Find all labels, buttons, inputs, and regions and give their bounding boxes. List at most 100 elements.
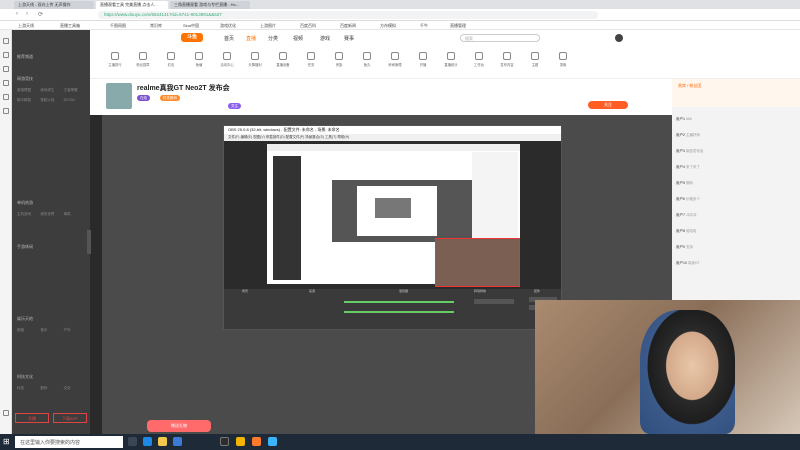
chrome-icon[interactable]	[236, 437, 245, 446]
nav-collapse-handle[interactable]	[87, 230, 91, 254]
bookmark[interactable]: 上游天线	[18, 23, 34, 29]
streamer-avatar[interactable]	[106, 83, 132, 109]
feature-item[interactable]: 录像	[554, 52, 572, 67]
avatar[interactable]	[615, 34, 623, 42]
room-tag[interactable]: 科技数码	[160, 95, 180, 101]
edge-icon[interactable]	[143, 437, 152, 446]
bookmark[interactable]: 直播工具箱	[60, 23, 80, 29]
feature-item[interactable]: 直播设备	[274, 52, 292, 67]
feature-item[interactable]: 鱼塘	[190, 52, 208, 67]
nav-item[interactable]: 王者荣耀	[64, 88, 87, 93]
obs-menu-item[interactable]: 停靠部件(D)	[266, 135, 285, 139]
nav-item[interactable]: 单机	[64, 212, 87, 217]
menu-item[interactable]: 分类	[268, 35, 278, 42]
nav-item[interactable]: 文化	[64, 386, 87, 391]
download-icon[interactable]	[3, 80, 9, 86]
nav-section[interactable]: 单机热游	[17, 200, 33, 206]
feature-item[interactable]: 主题	[526, 52, 544, 67]
url-input[interactable]: https://www.douyu.com/6524141?rid=6741-9…	[98, 11, 598, 19]
feature-item[interactable]: 开播	[414, 52, 432, 67]
room-tag[interactable]: 在线	[137, 95, 150, 101]
feature-item[interactable]: 贵族	[330, 52, 348, 67]
bookmark[interactable]: Sina中国	[183, 23, 199, 29]
feature-item[interactable]: 发布内容	[498, 52, 516, 67]
feature-item[interactable]: 鱼丸	[358, 52, 376, 67]
nav-item[interactable]: 科技	[17, 386, 40, 391]
obs-menu-item[interactable]: 编辑(E)	[240, 135, 252, 139]
nav-item[interactable]: 音乐	[40, 328, 63, 333]
site-search-input[interactable]: 搜索	[460, 34, 540, 42]
menu-item[interactable]: 视频	[293, 35, 303, 42]
nav-section[interactable]: 手游休闲	[17, 244, 33, 250]
obs-menu-item[interactable]: 文件(F)	[228, 135, 239, 139]
nav-item[interactable]: 数码	[40, 386, 63, 391]
feature-item[interactable]: 任务	[302, 52, 320, 67]
follow-button[interactable]: 关注	[588, 101, 628, 109]
nav-section[interactable]: 科技文化	[17, 374, 33, 380]
taskbar-search-input[interactable]: 在这里输入你要搜索的内容	[15, 436, 123, 448]
home-icon[interactable]	[3, 38, 9, 44]
feature-item[interactable]: 房间管理	[386, 52, 404, 67]
bookmark[interactable]: 百度百科	[300, 23, 316, 29]
windows-start-icon[interactable]: ⊞	[3, 438, 11, 446]
obs-menu-item[interactable]: 工具(T)	[325, 135, 336, 139]
start-stream-button[interactable]: 开播	[15, 413, 49, 423]
menu-item[interactable]: 游戏	[320, 35, 330, 42]
bookmark[interactable]: 直播管理	[450, 23, 466, 29]
nav-item[interactable]: 户外	[64, 328, 87, 333]
nav-section[interactable]: 推荐频道	[17, 54, 33, 60]
download-app-button[interactable]: 下载APP	[53, 413, 87, 423]
task-view-icon[interactable]	[128, 437, 137, 446]
tab-1[interactable]: 上游天线 - 双向上传 无声操作	[14, 1, 94, 9]
obs-icon[interactable]	[220, 437, 229, 446]
nav-item[interactable]: 我的世界	[40, 212, 63, 217]
app-icon[interactable]	[268, 437, 277, 446]
menu-item[interactable]: 首页	[224, 35, 234, 42]
nav-section[interactable]: 网游竞技	[17, 76, 33, 82]
bookmark[interactable]: 千图网图	[110, 23, 126, 29]
bookmark[interactable]: 常识库	[150, 23, 162, 29]
nav-item[interactable]: 和平精英	[17, 98, 40, 103]
nav-item[interactable]: 颜值	[17, 328, 40, 333]
bookmark[interactable]: 千牛	[420, 23, 428, 29]
bookmark[interactable]: 方舟模拟	[380, 23, 396, 29]
forward-icon[interactable]: ›	[26, 11, 28, 17]
settings-icon[interactable]	[3, 410, 9, 416]
obs-menu-item[interactable]: 配置文件(P)	[286, 135, 305, 139]
feature-item[interactable]: 天降福利	[246, 52, 264, 67]
nav-item[interactable]: DOTA2	[64, 98, 87, 103]
back-icon[interactable]: ‹	[16, 11, 18, 17]
feature-item[interactable]: 工作台	[470, 52, 488, 67]
douyu-icon[interactable]	[252, 437, 261, 446]
refresh-icon[interactable]: ⟳	[38, 11, 43, 18]
feature-item[interactable]: 红包	[162, 52, 180, 67]
gift-button[interactable]: 赠送礼物	[147, 420, 211, 432]
bookmark[interactable]: 百度新闻	[340, 23, 356, 29]
bookmark[interactable]: 游戏优化	[220, 23, 236, 29]
obs-menu-item[interactable]: 场景集合(S)	[305, 135, 324, 139]
transition-select[interactable]	[474, 299, 514, 304]
store-icon[interactable]	[173, 437, 182, 446]
nav-item[interactable]: 绝地求生	[40, 88, 63, 93]
explorer-icon[interactable]	[158, 437, 167, 446]
nav-item[interactable]: 主机游戏	[17, 212, 40, 217]
obs-menu-item[interactable]: 帮助(H)	[337, 135, 349, 139]
feature-item[interactable]: 活动中心	[218, 52, 236, 67]
bookmark-icon[interactable]	[3, 52, 9, 58]
nav-item[interactable]: 英雄联盟	[17, 88, 40, 93]
obs-menu-item[interactable]: 视图(V)	[253, 135, 265, 139]
nav-section[interactable]: 娱乐天地	[17, 316, 33, 322]
extension-icon[interactable]	[3, 94, 9, 100]
menu-item[interactable]: 赛事	[344, 35, 354, 42]
room-tag[interactable]: 关注	[228, 103, 241, 109]
site-logo[interactable]: 斗鱼	[181, 33, 203, 42]
feature-item[interactable]: 粉丝勋章	[134, 52, 152, 67]
feature-item[interactable]: 主播排行	[106, 52, 124, 67]
bookmark[interactable]: 上游图片	[260, 23, 276, 29]
feature-item[interactable]: 直播统计	[442, 52, 460, 67]
tab-3[interactable]: 三角直播观看 游戏与专栏直播 - Ho...	[170, 1, 250, 9]
notes-icon[interactable]	[3, 108, 9, 114]
menu-item[interactable]: 直播	[246, 35, 256, 42]
rank-panel[interactable]: 贵宾 / 粉丝团	[672, 79, 800, 107]
nav-item[interactable]: 穿越火线	[40, 98, 63, 103]
